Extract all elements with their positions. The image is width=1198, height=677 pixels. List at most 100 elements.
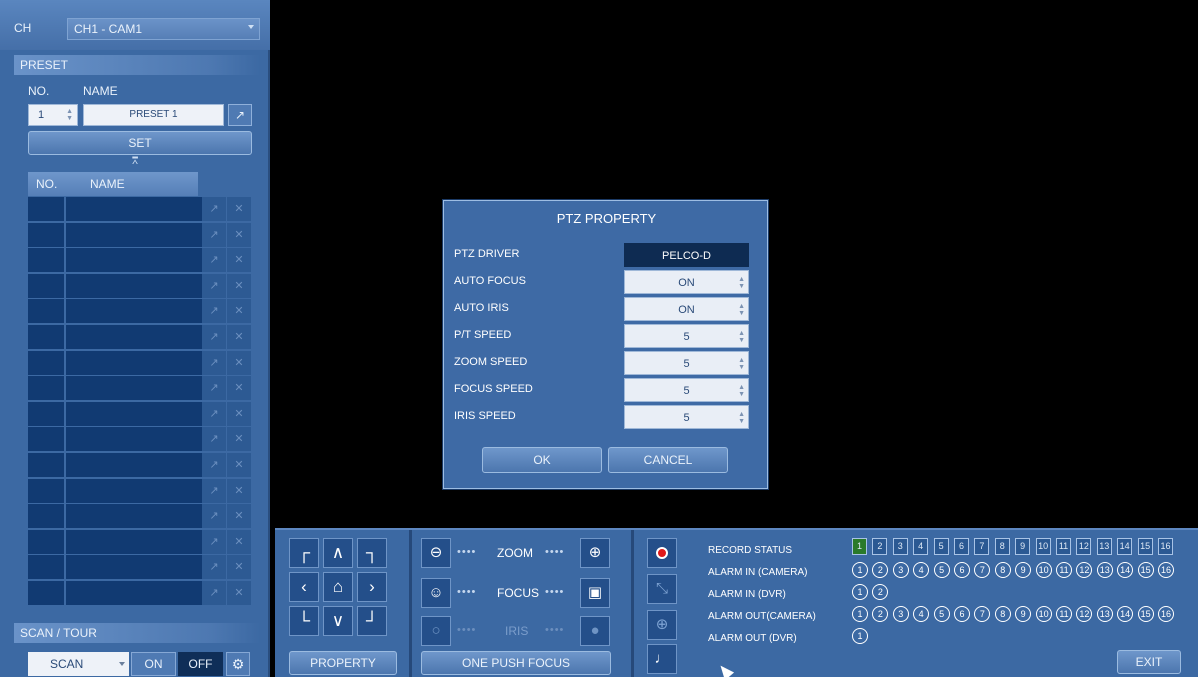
property-button[interactable]: PROPERTY [289,651,397,675]
spinner-arrows-icon[interactable]: ▲ ▼ [738,411,745,425]
pin-icon[interactable]: ↗ [228,104,252,126]
microphone-icon[interactable]: ♩ [647,644,677,674]
pin-icon[interactable]: ↗ [202,350,226,375]
fullscreen-icon[interactable]: ⤡ [647,574,677,604]
dialog-row-stepper[interactable]: ON ▲ ▼ [624,270,749,294]
dialog-row-stepper[interactable]: ON ▲ ▼ [624,297,749,321]
spinner-arrows-icon[interactable]: ▲ ▼ [738,276,745,290]
pin-icon[interactable]: ↗ [202,273,226,298]
ptz-driver-select[interactable]: PELCO-D [624,243,749,267]
iris-close-icon[interactable]: ○ [421,616,451,646]
preset-list-row[interactable]: ↗ ✕ [28,504,252,529]
alarm-indicator: 6 [954,606,970,622]
delete-icon[interactable]: ✕ [227,529,251,554]
preset-list-row[interactable]: ↗ ✕ [28,478,252,504]
dialog-row-stepper[interactable]: 5 ▲ ▼ [624,378,749,402]
delete-icon[interactable]: ✕ [227,427,251,452]
delete-icon[interactable]: ✕ [227,325,251,349]
spinner-arrows-icon[interactable]: ▲ ▼ [738,384,745,398]
ok-button[interactable]: OK [482,447,602,473]
focus-near-icon[interactable]: ☺ [421,578,451,608]
preset-list-row[interactable]: ↗ ✕ [28,299,252,324]
delete-icon[interactable]: ✕ [227,350,251,375]
pin-icon[interactable]: ↗ [202,478,226,503]
preset-list-row[interactable]: ↗ ✕ [28,350,252,376]
zoom-in-icon[interactable]: ⊕ [580,538,610,568]
preset-list-row[interactable]: ↗ ✕ [28,273,252,299]
preset-list-row[interactable]: ↗ ✕ [28,376,252,401]
spinner-arrows-icon[interactable]: ▲ ▼ [66,108,73,122]
preset-list-row[interactable]: ↗ ✕ [28,222,252,248]
pin-icon[interactable]: ↗ [202,581,226,605]
preset-list-row[interactable]: ↗ ✕ [28,427,252,452]
scan-mode-select[interactable]: SCAN [28,652,129,676]
delete-icon[interactable]: ✕ [227,299,251,324]
delete-icon[interactable]: ✕ [227,453,251,477]
preset-list-row[interactable]: ↗ ✕ [28,555,252,580]
pin-icon[interactable]: ↗ [202,401,226,426]
record-icon[interactable] [647,538,677,568]
dialog-row-stepper[interactable]: 5 ▲ ▼ [624,324,749,348]
pin-icon[interactable]: ↗ [202,376,226,401]
dialog-row-stepper[interactable]: 5 ▲ ▼ [624,405,749,429]
preset-list-row[interactable]: ↗ ✕ [28,325,252,350]
down-arrow-icon[interactable]: ∨ [323,606,353,636]
pin-icon[interactable]: ↗ [202,325,226,349]
preset-list-row[interactable]: ↗ ✕ [28,581,252,606]
iris-open-icon[interactable]: ● [580,616,610,646]
dialog-row-stepper[interactable]: 5 ▲ ▼ [624,351,749,375]
pin-icon[interactable]: ↗ [202,197,226,221]
channel-select[interactable]: CH1 - CAM1 [67,18,260,40]
zoom-out-icon[interactable]: ⊖ [421,538,451,568]
spinner-arrows-icon[interactable]: ▲ ▼ [738,330,745,344]
pin-icon[interactable]: ↗ [202,504,226,529]
exit-button[interactable]: EXIT [1117,650,1181,674]
right-arrow-icon[interactable]: › [357,572,387,602]
pin-icon[interactable]: ↗ [202,299,226,324]
up-right-arrow-icon[interactable]: ┐ [357,538,387,568]
set-button[interactable]: SET [28,131,252,155]
down-right-arrow-icon[interactable]: ┘ [357,606,387,636]
pin-icon[interactable]: ↗ [202,453,226,477]
focus-far-icon[interactable]: ▣ [580,578,610,608]
preset-name-field[interactable]: PRESET 1 [83,104,224,126]
pin-icon[interactable]: ↗ [202,555,226,580]
spinner-arrows-icon[interactable]: ▲ ▼ [738,303,745,317]
pin-icon[interactable]: ↗ [202,222,226,247]
up-left-arrow-icon[interactable]: ┌ [289,538,319,568]
preset-list-row[interactable]: ↗ ✕ [28,197,252,222]
cancel-button[interactable]: CANCEL [608,447,728,473]
preset-list-row[interactable]: ↗ ✕ [28,453,252,478]
preset-number-stepper[interactable]: 1 ▲ ▼ [28,104,78,126]
pin-icon[interactable]: ↗ [202,427,226,452]
scan-off-button[interactable]: OFF [178,652,223,676]
alarm-indicator: 5 [933,606,950,622]
delete-icon[interactable]: ✕ [227,555,251,580]
scan-on-button[interactable]: ON [131,652,176,676]
delete-icon[interactable]: ✕ [227,581,251,605]
delete-icon[interactable]: ✕ [227,504,251,529]
preset-list-row[interactable]: ↗ ✕ [28,401,252,427]
delete-icon[interactable]: ✕ [227,197,251,221]
spinner-arrows-icon[interactable]: ▲ ▼ [738,357,745,371]
delete-icon[interactable]: ✕ [227,248,251,273]
pin-icon[interactable]: ↗ [202,529,226,554]
delete-icon[interactable]: ✕ [227,478,251,503]
double-chevron-down-icon[interactable]: ⩞ [132,156,138,167]
gear-icon[interactable]: ⚙ [226,652,250,676]
delete-icon[interactable]: ✕ [227,376,251,401]
left-arrow-icon[interactable]: ‹ [289,572,319,602]
alarm-indicator: 8 [994,606,1011,622]
home-icon[interactable]: ⌂ [323,572,353,602]
delete-icon[interactable]: ✕ [227,401,251,426]
one-push-focus-button[interactable]: ONE PUSH FOCUS [421,651,611,675]
up-arrow-icon[interactable]: ∧ [323,538,353,568]
delete-icon[interactable]: ✕ [227,222,251,247]
down-left-arrow-icon[interactable]: └ [289,606,319,636]
preset-list-no-cell [28,504,64,529]
digital-zoom-icon[interactable]: ⊕ [647,610,677,640]
preset-list-row[interactable]: ↗ ✕ [28,529,252,555]
delete-icon[interactable]: ✕ [227,273,251,298]
preset-list-row[interactable]: ↗ ✕ [28,248,252,273]
pin-icon[interactable]: ↗ [202,248,226,273]
